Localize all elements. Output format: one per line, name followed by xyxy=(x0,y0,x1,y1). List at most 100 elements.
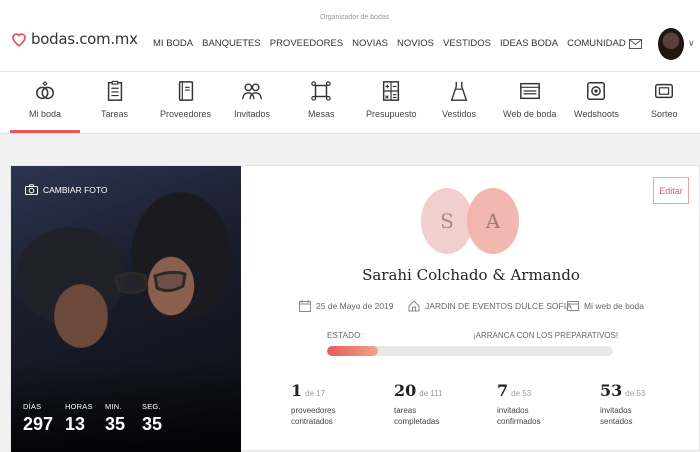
nav-vestidos[interactable]: VESTIDOS xyxy=(443,38,491,49)
wedding-venue-text: JARDIN DE EVENTOS DULCE SOFIA xyxy=(425,301,572,311)
stat-description: proveedores contratados xyxy=(291,406,336,426)
tool-label: Web de boda xyxy=(503,109,557,119)
camera-icon xyxy=(25,184,38,195)
tool-mesas[interactable]: Mesas xyxy=(308,80,335,119)
table-icon xyxy=(311,81,332,101)
tool-label: Mi boda xyxy=(29,109,62,119)
tool-label: Invitados xyxy=(234,109,271,119)
nav-novias[interactable]: NOVIAS xyxy=(352,38,388,49)
dress-icon xyxy=(450,81,468,101)
stat-value: 1 xyxy=(291,381,303,400)
progress-fill xyxy=(327,346,379,356)
initial-badge-groom: A xyxy=(467,188,519,254)
tool-invitados[interactable]: Invitados xyxy=(234,80,270,119)
tool-label: Presupuesto xyxy=(366,109,417,119)
tool-label: Sorteo xyxy=(651,109,678,119)
stat-total: de 111 xyxy=(419,389,443,398)
tool-label: Vestidos xyxy=(442,109,477,119)
logo-text: bodas.com.mx xyxy=(31,30,138,48)
site-logo[interactable]: bodas.com.mx xyxy=(10,30,138,48)
nav-comunidad[interactable]: COMUNIDAD xyxy=(567,38,626,49)
calendar-icon xyxy=(299,300,311,312)
stat-total: de 53 xyxy=(625,389,646,398)
camera-icon xyxy=(587,82,606,100)
venue-icon xyxy=(408,300,420,312)
change-photo-label: CAMBIAR FOTO xyxy=(43,184,108,195)
countdown-value: 297 xyxy=(23,414,54,434)
tagline: Organizador de bodas xyxy=(320,14,390,21)
tool-label: Proveedores xyxy=(160,109,212,119)
stat-value: 53 xyxy=(600,381,623,400)
calculator-icon xyxy=(383,81,400,101)
rings-icon xyxy=(36,81,54,100)
website-icon xyxy=(519,82,540,100)
tool-proveedores[interactable]: Proveedores xyxy=(160,80,211,119)
stat-tasks[interactable]: 20 de 111 tareas completadas xyxy=(394,381,454,427)
stat-confirmed-guests[interactable]: 7 de 53 invitados confirmados xyxy=(497,381,557,427)
status-text: ¡ARRANCA CON LOS PREPARATIVOS! xyxy=(473,331,619,340)
nav-novios[interactable]: NOVIOS xyxy=(397,38,434,49)
couple-names: Sarahi Colchado & Armando xyxy=(362,266,580,284)
website-icon xyxy=(567,301,579,311)
stat-description: invitados confirmados xyxy=(497,406,541,426)
change-photo-button[interactable]: CAMBIAR FOTO xyxy=(25,184,108,195)
stat-value: 7 xyxy=(497,381,509,400)
stat-description: tareas completadas xyxy=(394,406,440,426)
countdown-value: 13 xyxy=(65,414,86,434)
guests-icon xyxy=(242,83,262,100)
tool-presupuesto[interactable]: Presupuesto xyxy=(366,80,417,119)
user-avatar[interactable] xyxy=(658,28,684,60)
nav-ideas-boda[interactable]: IDEAS BODA xyxy=(500,38,558,49)
mail-icon[interactable] xyxy=(629,39,642,49)
stat-seated-guests[interactable]: 53 de 53 invitados sentados xyxy=(600,381,660,427)
countdown-value: 35 xyxy=(105,414,126,434)
stat-value: 20 xyxy=(394,381,417,400)
main-nav: MI BODA BANQUETES PROVEEDORES NOVIAS NOV… xyxy=(153,38,626,49)
countdown-label: DÍAS xyxy=(23,402,42,411)
status-label: ESTADO: xyxy=(327,331,363,340)
edit-button[interactable]: Editar xyxy=(653,177,689,204)
nav-mi-boda[interactable]: MI BODA xyxy=(153,38,193,49)
stat-total: de 17 xyxy=(305,389,326,398)
couple-photo: CAMBIAR FOTO DÍAS 297 HORAS 13 MIN. 35 S… xyxy=(11,166,241,452)
wedding-venue[interactable]: JARDIN DE EVENTOS DULCE SOFIA xyxy=(408,300,572,312)
countdown-label: MIN. xyxy=(105,402,122,411)
tool-label: Tareas xyxy=(101,109,129,119)
wedding-website-text: Mi web de boda xyxy=(584,301,645,311)
progress-bar xyxy=(327,346,613,356)
countdown-minutes: MIN. 35 xyxy=(105,402,125,435)
tool-tareas[interactable]: Tareas xyxy=(101,80,128,119)
top-header: Organizador de bodas bodas.com.mx MI BOD… xyxy=(0,0,700,72)
countdown-hours: HORAS 13 xyxy=(65,402,93,435)
wedding-summary-card: CAMBIAR FOTO DÍAS 297 HORAS 13 MIN. 35 S… xyxy=(10,165,700,452)
active-tab-indicator xyxy=(10,130,80,133)
notebook-icon xyxy=(178,81,193,101)
tool-vestidos[interactable]: Vestidos xyxy=(442,80,476,119)
countdown-days: DÍAS 297 xyxy=(23,402,53,435)
stat-vendors[interactable]: 1 de 17 proveedores contratados xyxy=(291,381,351,427)
countdown-label: SEG. xyxy=(142,402,161,411)
countdown-seconds: SEG. 35 xyxy=(142,402,162,435)
wedding-date: 25 de Mayo de 2019 xyxy=(299,300,394,312)
countdown-label: HORAS xyxy=(65,402,93,411)
chevron-down-icon[interactable]: ∨ xyxy=(688,38,695,49)
tool-wedshoots[interactable]: Wedshoots xyxy=(574,80,619,119)
tool-mi-boda[interactable]: Mi boda xyxy=(29,80,61,119)
wedding-date-text: 25 de Mayo de 2019 xyxy=(316,301,394,311)
tool-label: Wedshoots xyxy=(574,109,619,119)
tool-web-de-boda[interactable]: Web de boda xyxy=(503,80,556,119)
stat-description: invitados sentados xyxy=(600,406,633,426)
stat-total: de 53 xyxy=(511,389,532,398)
nav-proveedores[interactable]: PROVEEDORES xyxy=(270,38,343,49)
glasses-shape xyxy=(113,270,187,295)
wedding-tools-nav: Mi boda Tareas Proveedores Invitados Mes… xyxy=(0,72,700,134)
heart-logo-icon xyxy=(12,33,26,47)
tool-sorteo[interactable]: Sorteo xyxy=(651,80,678,119)
ticket-icon xyxy=(655,83,674,99)
initial-badge-bride: S xyxy=(421,188,473,254)
tool-label: Mesas xyxy=(308,109,335,119)
checklist-icon xyxy=(107,80,122,101)
wedding-website-link[interactable]: Mi web de boda xyxy=(567,300,644,312)
countdown-value: 35 xyxy=(142,414,163,434)
nav-banquetes[interactable]: BANQUETES xyxy=(202,38,261,49)
